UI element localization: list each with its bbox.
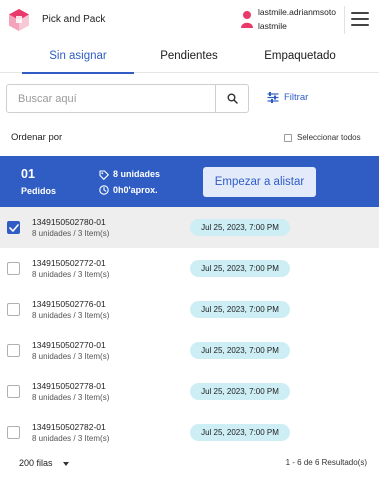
search-input[interactable]	[7, 85, 215, 112]
order-date-badge: Jul 25, 2023, 7:00 PM	[190, 301, 290, 318]
estimated-time: 0h0'aprox.	[113, 185, 158, 195]
order-detail: 8 unidades / 3 Item(s)	[32, 352, 110, 361]
pagination-footer: 200 filas 1 - 6 de 6 Resultado(s)	[0, 446, 379, 503]
order-id: 1349150502778-01	[32, 381, 106, 391]
order-date-badge: Jul 25, 2023, 7:00 PM	[190, 383, 290, 400]
row-checkbox[interactable]	[7, 221, 20, 234]
filter-label: Filtrar	[284, 92, 309, 103]
checkmark-icon	[9, 224, 19, 232]
order-row[interactable]: 1349150502780-01 8 unidades / 3 Item(s) …	[0, 207, 379, 248]
order-date-badge: Jul 25, 2023, 7:00 PM	[190, 260, 290, 277]
row-checkbox[interactable]	[7, 426, 20, 439]
app-title: Pick and Pack	[42, 14, 106, 25]
sort-by-label[interactable]: Ordenar por	[11, 132, 62, 143]
order-detail: 8 unidades / 3 Item(s)	[32, 393, 110, 402]
order-id: 1349150502770-01	[32, 340, 106, 350]
order-date-badge: Jul 25, 2023, 7:00 PM	[190, 342, 290, 359]
tab-sin-asignar[interactable]: Sin asignar	[22, 40, 134, 74]
select-all-checkbox[interactable]	[284, 134, 292, 142]
rows-per-page-select[interactable]: 200 filas	[19, 458, 53, 468]
order-date-badge: Jul 25, 2023, 7:00 PM	[190, 219, 290, 236]
sliders-icon	[267, 92, 279, 103]
selection-summary-banner: 01 Pedidos 8 unidades 0h0'aprox. Empezar…	[0, 156, 379, 207]
result-count: 1 - 6 de 6 Resultado(s)	[285, 458, 367, 467]
hamburger-menu-icon[interactable]	[351, 12, 369, 28]
caret-down-icon[interactable]	[63, 462, 69, 466]
header-divider	[344, 6, 345, 34]
order-count: 01	[21, 167, 35, 181]
order-id: 1349150502780-01	[32, 217, 106, 227]
row-checkbox[interactable]	[7, 344, 20, 357]
clock-icon	[99, 185, 109, 195]
row-checkbox[interactable]	[7, 262, 20, 275]
order-detail: 8 unidades / 3 Item(s)	[32, 434, 110, 443]
order-id: 1349150502776-01	[32, 299, 106, 309]
row-checkbox[interactable]	[7, 385, 20, 398]
tab-empaquetado[interactable]: Empaquetado	[244, 40, 356, 73]
order-count-label: Pedidos	[21, 186, 57, 196]
user-role: lastmile	[258, 21, 287, 31]
start-picking-button[interactable]: Empezar a alistar	[203, 167, 316, 197]
order-id: 1349150502782-01	[32, 422, 106, 432]
order-date-badge: Jul 25, 2023, 7:00 PM	[190, 424, 290, 441]
order-id: 1349150502772-01	[32, 258, 106, 268]
search-box	[6, 84, 249, 113]
search-button[interactable]	[215, 85, 249, 112]
user-icon	[241, 11, 253, 28]
search-icon	[227, 93, 238, 104]
order-detail: 8 unidades / 3 Item(s)	[32, 270, 110, 279]
package-logo-icon	[9, 9, 29, 31]
order-detail: 8 unidades / 3 Item(s)	[32, 229, 110, 238]
units-total: 8 unidades	[113, 169, 161, 179]
user-name: lastmile.adrianmsoto	[258, 7, 336, 17]
select-all-label: Seleccionar todos	[297, 133, 361, 142]
tab-pendientes[interactable]: Pendientes	[134, 40, 244, 73]
order-row[interactable]: 1349150502778-01 8 unidades / 3 Item(s) …	[0, 371, 379, 412]
tab-bar: Sin asignar Pendientes Empaquetado	[0, 40, 379, 74]
order-row[interactable]: 1349150502772-01 8 unidades / 3 Item(s) …	[0, 248, 379, 289]
tag-icon	[99, 170, 109, 180]
row-checkbox[interactable]	[7, 303, 20, 316]
order-detail: 8 unidades / 3 Item(s)	[32, 311, 110, 320]
order-row[interactable]: 1349150502770-01 8 unidades / 3 Item(s) …	[0, 330, 379, 371]
app-header: Pick and Pack lastmile.adrianmsoto lastm…	[0, 0, 379, 40]
order-row[interactable]: 1349150502776-01 8 unidades / 3 Item(s) …	[0, 289, 379, 330]
